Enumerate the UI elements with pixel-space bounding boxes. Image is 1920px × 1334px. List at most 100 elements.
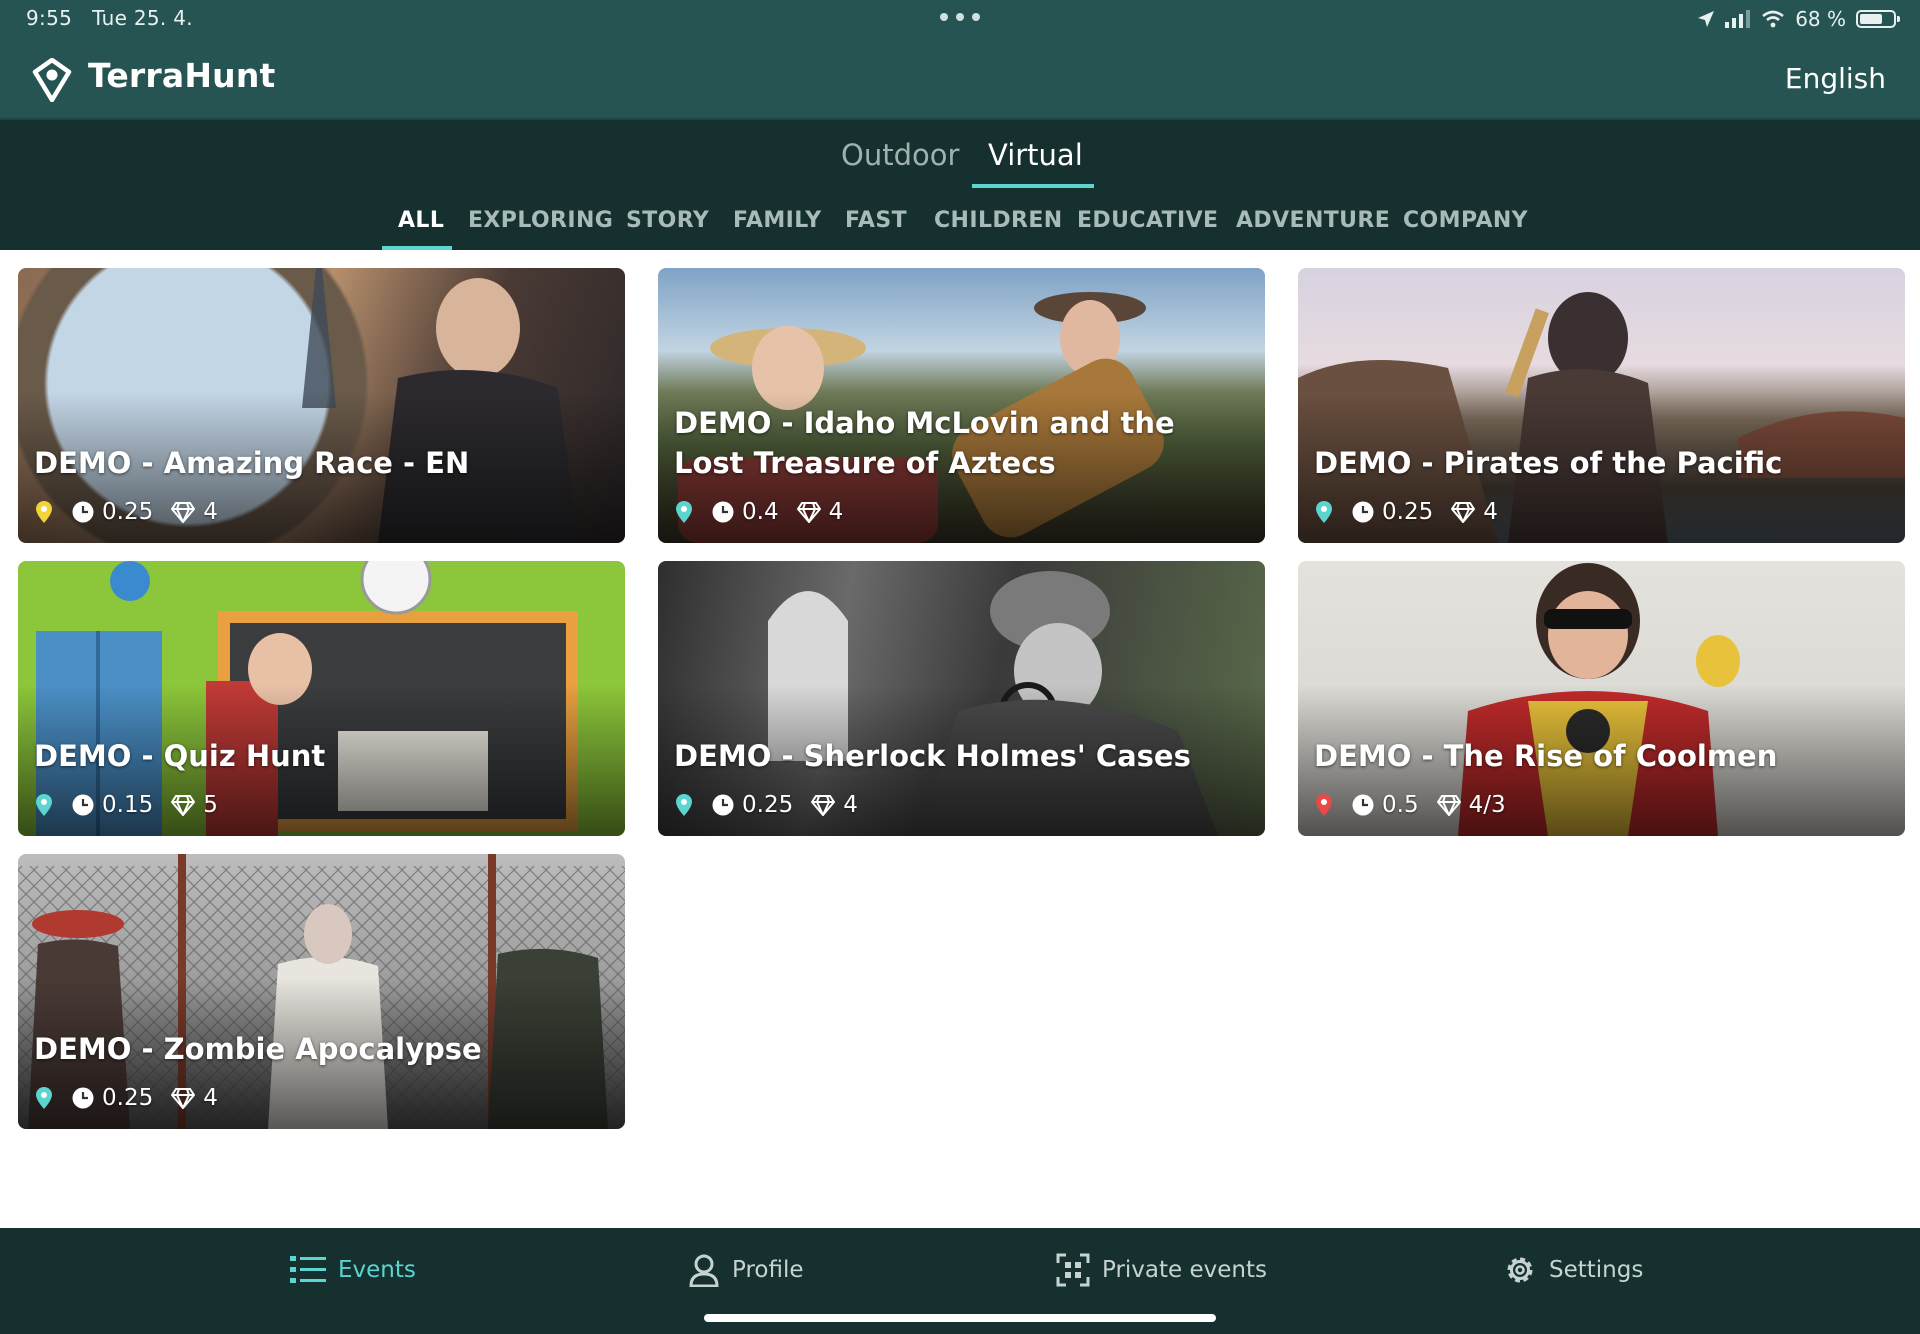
event-meta: 0.4 4	[676, 499, 843, 525]
event-meta: 0.25 4	[36, 1085, 218, 1111]
category-tab-fast[interactable]: FAST	[845, 208, 907, 233]
app-title: TerraHunt	[88, 56, 276, 95]
status-time: 9:55	[26, 6, 73, 30]
event-duration: 0.25	[102, 1085, 154, 1111]
event-difficulty: 4/3	[1468, 792, 1506, 818]
nav-private-events[interactable]: Private events	[1056, 1250, 1267, 1290]
diamond-icon	[796, 502, 821, 523]
battery-percent: 68 %	[1795, 7, 1846, 31]
app-window: 9:55 Tue 25. 4. 68 % TerraHunt English O…	[0, 0, 1920, 1334]
clock-icon	[1352, 794, 1374, 816]
list-icon	[290, 1256, 326, 1283]
mode-tabs: Outdoor Virtual	[0, 120, 1920, 188]
location-pin-icon	[36, 501, 52, 523]
event-card[interactable]: DEMO - Idaho McLovin and the Lost Treasu…	[658, 268, 1265, 543]
diamond-icon	[171, 795, 196, 816]
profile-icon	[689, 1254, 719, 1287]
event-card[interactable]: DEMO - The Rise of Coolmen 0.5 4/3	[1298, 561, 1905, 836]
diamond-icon	[171, 502, 196, 523]
home-indicator[interactable]	[704, 1314, 1216, 1322]
category-tab-exploring[interactable]: EXPLORING	[468, 208, 613, 233]
nav-profile-label: Profile	[732, 1257, 804, 1283]
nav-settings[interactable]: Settings	[1503, 1250, 1643, 1290]
wifi-icon	[1762, 10, 1784, 28]
diamond-icon	[171, 1088, 196, 1109]
tab-virtual[interactable]: Virtual	[988, 138, 1083, 172]
mode-tab-indicator	[972, 184, 1094, 188]
clock-icon	[1352, 501, 1374, 523]
event-duration: 0.4	[742, 499, 779, 525]
location-arrow-icon	[1698, 11, 1715, 27]
event-card[interactable]: DEMO - Pirates of the Pacific 0.25 4	[1298, 268, 1905, 543]
category-tab-adventure[interactable]: ADVENTURE	[1236, 208, 1390, 233]
event-title: DEMO - The Rise of Coolmen	[1314, 739, 1778, 773]
location-pin-icon	[676, 794, 692, 816]
battery-icon	[1856, 10, 1900, 28]
event-title: DEMO - Pirates of the Pacific	[1314, 446, 1783, 480]
event-card[interactable]: DEMO - Zombie Apocalypse 0.25 4	[18, 854, 625, 1129]
diamond-icon	[1451, 502, 1476, 523]
signal-icon	[1725, 10, 1751, 28]
event-difficulty: 4	[1483, 499, 1498, 525]
location-pin-icon	[36, 1087, 52, 1109]
category-tab-story[interactable]: STORY	[626, 208, 709, 233]
header: 9:55 Tue 25. 4. 68 % TerraHunt English	[0, 0, 1920, 120]
event-difficulty: 4	[843, 792, 858, 818]
status-time-date: 9:55 Tue 25. 4.	[26, 6, 193, 30]
diamond-icon	[1436, 795, 1461, 816]
location-pin-icon	[36, 794, 52, 816]
nav-private-events-label: Private events	[1102, 1257, 1267, 1283]
event-title: DEMO - Idaho McLovin and the Lost Treasu…	[674, 406, 1175, 480]
event-duration: 0.25	[102, 499, 154, 525]
event-difficulty: 5	[203, 792, 218, 818]
status-date: Tue 25. 4.	[92, 6, 193, 30]
event-meta: 0.25 4	[1316, 499, 1498, 525]
tabs-area: Outdoor Virtual ALL EXPLORING STORY FAMI…	[0, 120, 1920, 250]
event-title: DEMO - Amazing Race - EN	[34, 446, 470, 480]
location-pin-icon	[676, 501, 692, 523]
tab-outdoor[interactable]: Outdoor	[841, 138, 959, 172]
event-duration: 0.5	[1382, 792, 1419, 818]
location-pin-icon	[1316, 794, 1332, 816]
category-tab-educative[interactable]: EDUCATIVE	[1077, 208, 1218, 233]
multitasking-dots-icon[interactable]	[940, 10, 980, 24]
category-tab-children[interactable]: CHILDREN	[934, 208, 1063, 233]
event-meta: 0.25 4	[676, 792, 858, 818]
event-title: DEMO - Zombie Apocalypse	[34, 1032, 482, 1066]
category-tab-indicator	[382, 246, 452, 250]
event-card[interactable]: DEMO - Sherlock Holmes' Cases 0.25 4	[658, 561, 1265, 836]
language-selector[interactable]: English	[1785, 62, 1886, 95]
qr-icon	[1056, 1253, 1090, 1287]
event-difficulty: 4	[203, 499, 218, 525]
event-card[interactable]: DEMO - Amazing Race - EN 0.25 4	[18, 268, 625, 543]
clock-icon	[72, 1087, 94, 1109]
event-meta: 0.25 4	[36, 499, 218, 525]
category-tab-family[interactable]: FAMILY	[733, 208, 822, 233]
terrahunt-logo-icon	[32, 58, 72, 102]
nav-events[interactable]: Events	[290, 1250, 416, 1290]
event-title: DEMO - Sherlock Holmes' Cases	[674, 739, 1191, 773]
event-meta: 0.5 4/3	[1316, 792, 1506, 818]
clock-icon	[72, 794, 94, 816]
clock-icon	[712, 794, 734, 816]
nav-settings-label: Settings	[1549, 1257, 1644, 1283]
event-difficulty: 4	[203, 1085, 218, 1111]
event-meta: 0.15 5	[36, 792, 218, 818]
diamond-icon	[811, 795, 836, 816]
category-tabs: ALL EXPLORING STORY FAMILY FAST CHILDREN…	[0, 204, 1920, 250]
nav-profile[interactable]: Profile	[688, 1250, 804, 1290]
location-pin-icon	[1316, 501, 1332, 523]
category-tab-company[interactable]: COMPANY	[1403, 208, 1528, 233]
event-difficulty: 4	[828, 499, 844, 525]
nav-events-label: Events	[338, 1257, 416, 1283]
event-duration: 0.25	[742, 792, 794, 818]
category-tab-all[interactable]: ALL	[398, 208, 444, 233]
event-duration: 0.15	[102, 792, 154, 818]
event-duration: 0.25	[1382, 499, 1434, 525]
event-card[interactable]: DEMO - Quiz Hunt 0.15 5	[18, 561, 625, 836]
bottom-nav: Events Profile Private events Settings	[0, 1228, 1920, 1334]
event-title: DEMO - Quiz Hunt	[34, 739, 326, 773]
gear-icon	[1507, 1257, 1533, 1283]
clock-icon	[72, 501, 94, 523]
event-grid: DEMO - Amazing Race - EN 0.25 4 DEMO - I…	[18, 268, 1905, 1129]
